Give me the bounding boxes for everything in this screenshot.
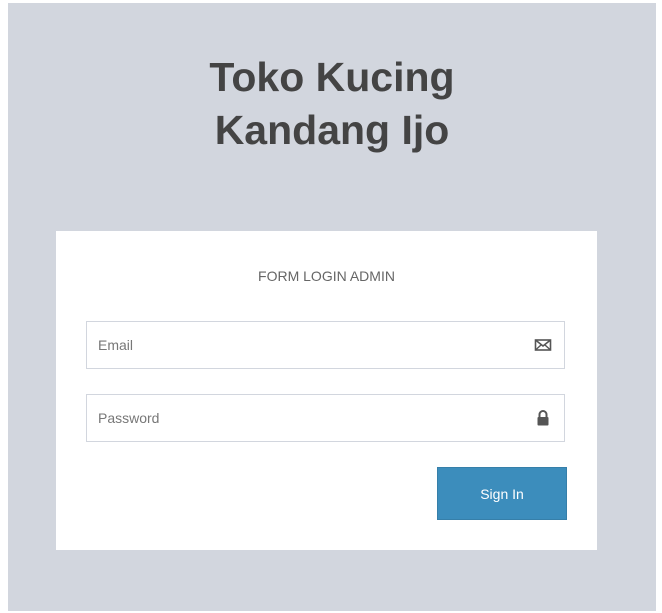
sign-in-button[interactable]: Sign In (437, 467, 567, 520)
login-box-message: FORM LOGIN ADMIN (258, 268, 395, 284)
password-input[interactable] (87, 395, 518, 441)
site-logo: Toko Kucing Kandang Ijo (8, 51, 656, 157)
lock-icon (534, 409, 552, 427)
email-field-group (86, 321, 565, 369)
login-box: FORM LOGIN ADMIN Sign In (56, 231, 597, 550)
envelope-icon (534, 336, 552, 354)
email-input[interactable] (87, 322, 518, 368)
site-title-line-1: Toko Kucing (209, 54, 455, 100)
site-title-line-2: Kandang Ijo (214, 107, 450, 153)
password-field-group (86, 394, 565, 442)
login-page: Toko Kucing Kandang Ijo FORM LOGIN ADMIN (8, 3, 656, 611)
